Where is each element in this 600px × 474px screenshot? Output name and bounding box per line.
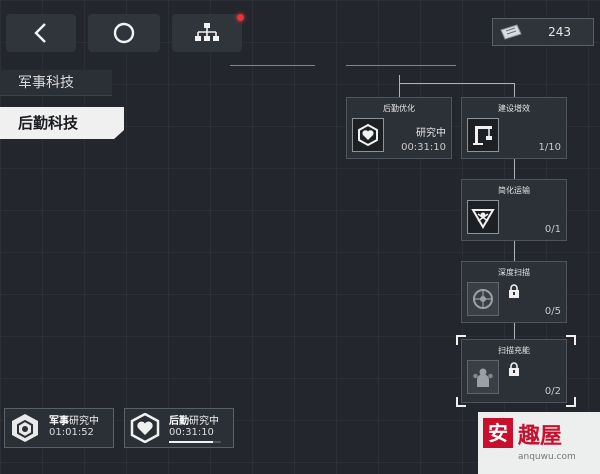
connector-line [514,83,515,97]
scan-wheel-icon [467,282,499,316]
slot-category: 后勤 [169,416,189,427]
shield-heart-icon [352,118,384,152]
node-title: 建设增效 [498,104,530,113]
hierarchy-icon [195,23,219,41]
watermark: 安 趣屋 anquwu.com [478,412,600,474]
connector-line [399,83,514,84]
watermark-url: anquwu.com [518,452,576,462]
currency-value: 243 [548,25,571,39]
slot-category: 军事 [49,416,69,427]
selection-bracket [566,335,576,345]
research-slot-military[interactable]: 军事研究中 01:01:52 [4,408,114,448]
people-group-icon [467,360,499,394]
connector-line [346,65,456,66]
slot-timer: 01:01:52 [49,427,94,438]
home-button[interactable] [88,14,160,52]
selection-bracket [456,335,466,345]
tech-tree-button[interactable] [172,14,242,52]
slot-progress-bar [169,441,221,443]
watermark-name: 趣屋 [518,424,563,449]
tab-logistics-tech[interactable]: 后勤科技 [0,107,124,139]
node-progress: 0/2 [544,386,561,397]
selection-bracket [456,397,466,407]
circle-icon [113,22,135,44]
connector-line [514,323,515,339]
lock-icon [509,284,519,298]
node-progress: 0/5 [544,306,561,317]
connector-line [399,75,400,83]
node-timer: 00:31:10 [401,142,446,153]
triangle-emblem-icon [467,200,499,234]
node-title: 后勤优化 [383,104,415,113]
slot-label: 军事研究中 [49,412,99,427]
slot-progress-fill [169,441,214,443]
crane-icon [467,118,499,152]
node-progress: 0/1 [544,224,561,235]
node-status: 研究中 [416,128,446,139]
connector-line [230,65,315,66]
watermark-logo: 安 [483,418,513,448]
connector-line [514,159,515,179]
military-research-icon [12,414,38,442]
node-title: 深度扫描 [498,268,530,277]
slot-label: 后勤研究中 [169,412,219,427]
back-button[interactable] [6,14,76,52]
connector-line [514,241,515,261]
node-progress: 1/10 [538,142,561,153]
tab-military-tech[interactable]: 军事科技 [0,70,112,96]
node-title: 扫描充能 [498,346,530,355]
slot-timer: 00:31:10 [169,427,214,438]
slot-status: 研究中 [69,416,99,427]
tech-node-simplified-transport[interactable]: 简化运输 0/1 [461,179,567,241]
notification-dot [237,14,244,21]
tech-node-construction-boost[interactable]: 建设增效 1/10 [461,97,567,159]
tech-node-scan-charge[interactable]: 扫描充能 0/2 [461,339,567,403]
slot-status: 研究中 [189,416,219,427]
lock-icon [509,362,519,376]
shield-heart-icon [130,413,160,443]
node-title: 简化运输 [498,186,530,195]
connector-line [399,83,400,97]
tech-node-logistics-optimization[interactable]: 后勤优化 研究中 00:31:10 [346,97,452,159]
tech-node-deep-scan[interactable]: 深度扫描 0/5 [461,261,567,323]
currency-display: 243 [492,18,594,46]
selection-bracket [566,397,576,407]
research-slot-logistics[interactable]: 后勤研究中 00:31:10 [124,408,234,448]
back-arrow-icon [34,23,46,43]
ticket-icon [500,24,522,40]
